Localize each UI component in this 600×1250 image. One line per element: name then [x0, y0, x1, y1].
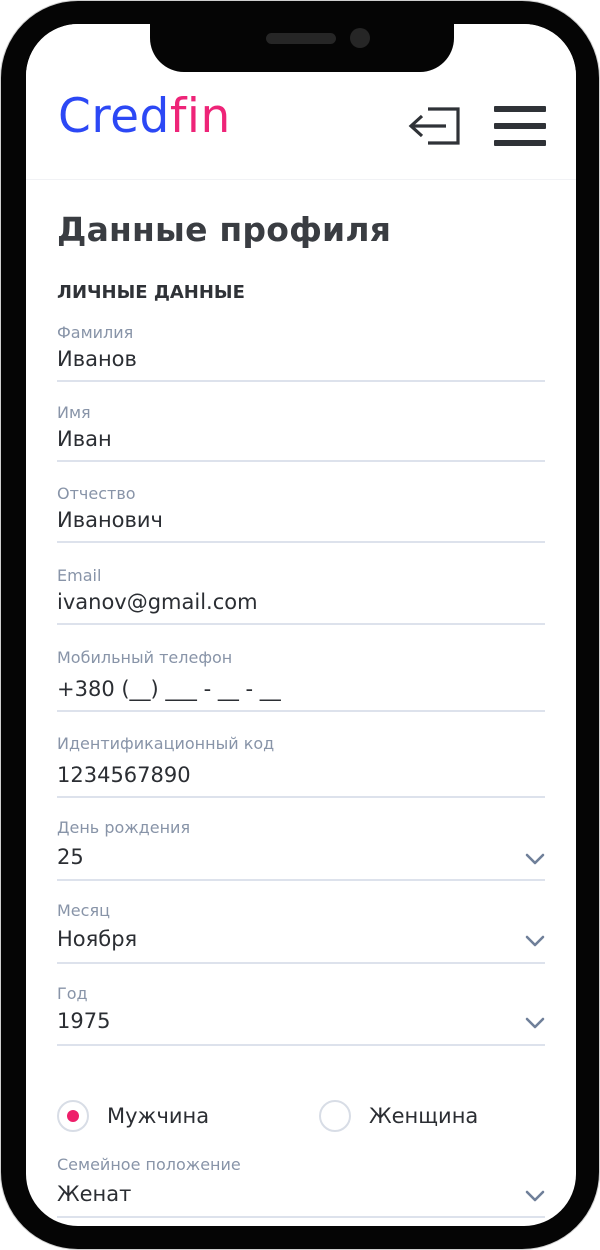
hamburger-menu-icon [494, 106, 546, 146]
chevron-down-icon[interactable] [525, 1016, 545, 1030]
logout-icon [408, 107, 460, 145]
birth-day-select[interactable]: День рождения 25 [57, 818, 545, 882]
birth-day-underline [57, 879, 545, 881]
phone-field[interactable]: Мобильный телефон +380 (__) ___ - __ - _… [57, 648, 545, 714]
logo-part-cred: Cred [58, 89, 170, 144]
birth-month-select[interactable]: Месяц Ноября [57, 901, 545, 965]
last-name-underline [57, 380, 545, 382]
logo-part-fin: fin [169, 89, 231, 144]
phone-underline [57, 710, 545, 712]
first-name-underline [57, 460, 545, 462]
phone-notch [150, 24, 454, 72]
first-name-field[interactable]: Имя Иван [57, 403, 545, 465]
email-value[interactable]: ivanov@gmail.com [57, 590, 258, 614]
birth-year-underline [57, 1044, 545, 1046]
phone-label: Мобильный телефон [57, 648, 233, 667]
radio-checked-icon[interactable] [57, 1100, 89, 1132]
phone-frame: Credfin Данные профиля ЛИЧНЫЕ ДАННЫЕ Фам… [0, 0, 600, 1250]
tax-id-field[interactable]: Идентификационный код 1234567890 [57, 734, 545, 800]
screen: Credfin Данные профиля ЛИЧНЫЕ ДАННЫЕ Фам… [26, 24, 576, 1226]
front-camera [350, 28, 370, 48]
tax-id-value[interactable]: 1234567890 [57, 763, 191, 787]
radio-dot [67, 1110, 79, 1122]
birth-month-value[interactable]: Ноября [57, 927, 137, 951]
last-name-value[interactable]: Иванов [57, 347, 137, 371]
chevron-down-icon[interactable] [525, 934, 545, 948]
credfin-logo[interactable]: Credfin [58, 93, 231, 140]
marital-status-select[interactable]: Семейное положение Женат [57, 1155, 545, 1219]
email-field[interactable]: Email ivanov@gmail.com [57, 566, 545, 628]
birth-day-label: День рождения [57, 818, 191, 837]
chevron-down-icon[interactable] [525, 1189, 545, 1203]
patronymic-field[interactable]: Отчество Иванович [57, 484, 545, 546]
speaker-grille [266, 33, 336, 44]
marital-status-label: Семейное положение [57, 1155, 241, 1174]
birth-month-underline [57, 962, 545, 964]
gender-female-radio[interactable]: Женщина [319, 1096, 478, 1136]
logout-button[interactable] [406, 104, 462, 148]
first-name-value[interactable]: Иван [57, 427, 112, 451]
menu-button[interactable] [492, 104, 548, 148]
tax-id-label: Идентификационный код [57, 734, 275, 753]
radio-unchecked-icon[interactable] [319, 1100, 351, 1132]
tax-id-underline [57, 796, 545, 798]
birth-month-label: Месяц [57, 901, 110, 920]
gender-male-radio[interactable]: Мужчина [57, 1096, 209, 1136]
birth-year-select[interactable]: Год 1975 [57, 984, 545, 1048]
patronymic-underline [57, 541, 545, 543]
gender-female-label: Женщина [369, 1104, 479, 1128]
email-underline [57, 623, 545, 625]
phone-value[interactable]: +380 (__) ___ - __ - __ [57, 677, 281, 701]
last-name-label: Фамилия [57, 323, 134, 342]
gender-male-label: Мужчина [107, 1104, 210, 1128]
birth-day-value[interactable]: 25 [57, 845, 84, 869]
section-title: ЛИЧНЫЕ ДАННЫЕ [57, 282, 245, 303]
email-label: Email [57, 566, 102, 585]
first-name-label: Имя [57, 403, 91, 422]
last-name-field[interactable]: Фамилия Иванов [57, 323, 545, 385]
birth-year-label: Год [57, 984, 88, 1003]
marital-status-value[interactable]: Женат [57, 1182, 131, 1206]
patronymic-value[interactable]: Иванович [57, 508, 163, 532]
birth-year-value[interactable]: 1975 [57, 1009, 110, 1033]
patronymic-label: Отчество [57, 484, 136, 503]
page-title: Данные профиля [57, 210, 392, 249]
marital-status-underline [57, 1216, 545, 1218]
chevron-down-icon[interactable] [525, 852, 545, 866]
